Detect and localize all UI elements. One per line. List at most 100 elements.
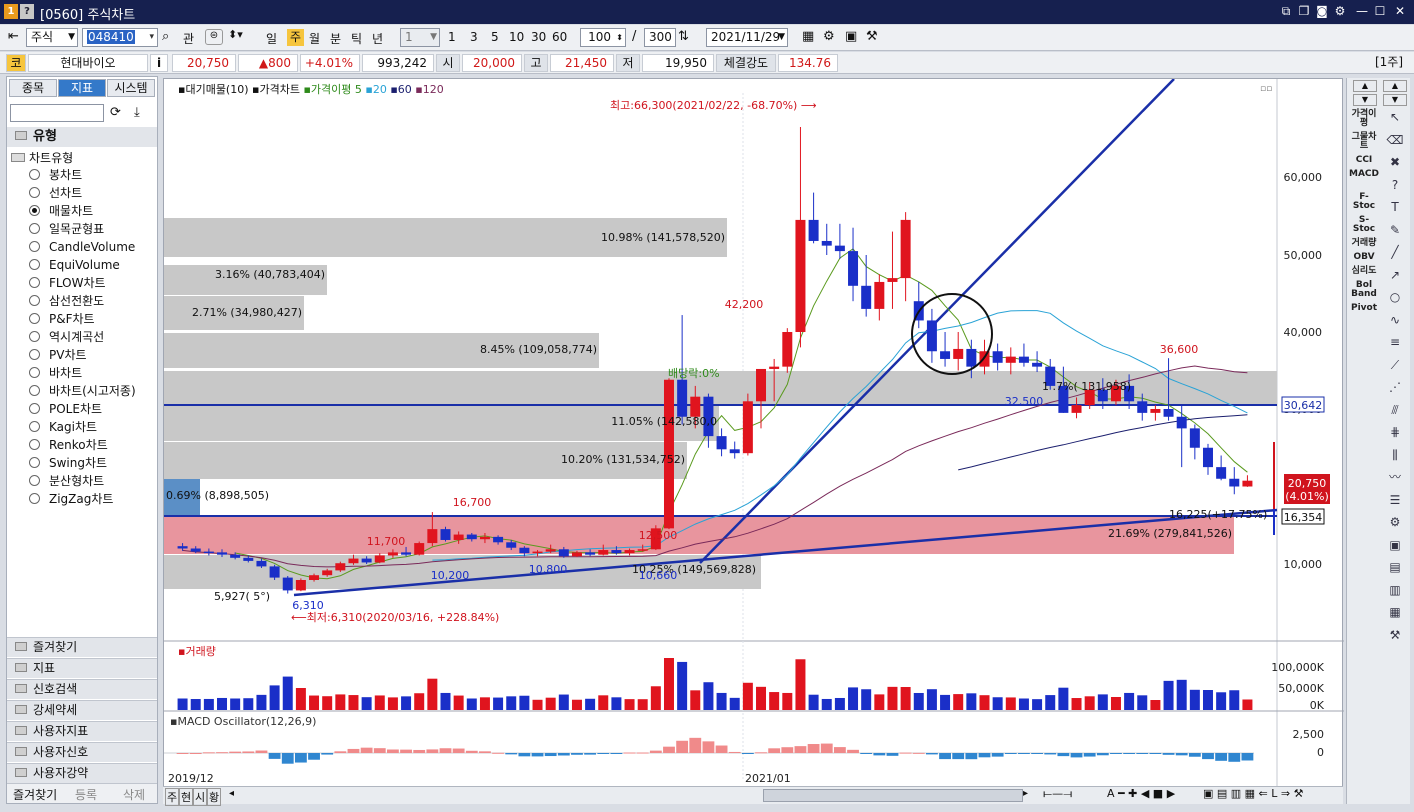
indicator-button[interactable]: 그물차트: [1349, 133, 1379, 151]
view-controls-icon[interactable]: ▣ ▤ ▥ ▦ ⇐ L ⇒ ⚒: [1203, 787, 1303, 800]
cursor-icon[interactable]: ↖: [1383, 108, 1407, 126]
period-month[interactable]: 월: [309, 30, 320, 47]
radio-icon[interactable]: [29, 187, 40, 198]
maximize-icon[interactable]: ☐: [1372, 3, 1388, 19]
radio-icon[interactable]: [29, 223, 40, 234]
chart-type-item[interactable]: EquiVolume: [29, 257, 120, 273]
period-tick[interactable]: 틱: [351, 30, 362, 47]
chart-type-item[interactable]: 바차트: [29, 365, 82, 381]
period-week[interactable]: 주: [287, 29, 304, 46]
radio-icon[interactable]: [29, 241, 40, 252]
folder-item[interactable]: 즐겨찾기: [7, 637, 157, 657]
indicator-search-input[interactable]: [10, 104, 104, 122]
period-day[interactable]: 일: [266, 30, 277, 47]
text-icon[interactable]: T: [1383, 198, 1407, 216]
chart-type-item[interactable]: 바차트(시고저종): [29, 383, 136, 399]
bottom-tab-market[interactable]: 시: [193, 788, 208, 806]
sync-icon[interactable]: ⇅: [678, 29, 689, 44]
bottom-tab-week[interactable]: 주: [165, 788, 180, 806]
bottom-tab-current[interactable]: 현: [179, 788, 194, 806]
settings-icon[interactable]: ⚙: [823, 29, 835, 44]
eraser-icon[interactable]: ⌫: [1383, 131, 1407, 149]
quick-30[interactable]: 30: [531, 30, 546, 44]
kwan-button[interactable]: 관: [183, 30, 194, 47]
save-icon[interactable]: ▣: [1383, 536, 1407, 554]
zoom-controls-icon[interactable]: A ━ ✚ ◀ ■ ▶: [1107, 787, 1175, 800]
screenshot-icon[interactable]: ◙: [1314, 3, 1330, 19]
delete-button[interactable]: 삭제: [123, 786, 145, 803]
indicator-button[interactable]: 심리도: [1349, 267, 1379, 276]
radio-icon[interactable]: [29, 331, 40, 342]
panel-down-icon[interactable]: ▼: [1383, 94, 1407, 106]
indicator-button[interactable]: F-Stoc: [1349, 193, 1379, 211]
quick-3[interactable]: 3: [470, 30, 478, 44]
indicator-button[interactable]: 거래량: [1349, 239, 1379, 248]
help-icon[interactable]: ?: [20, 4, 34, 19]
chart-type-item[interactable]: 매물차트: [29, 203, 93, 219]
gear-icon[interactable]: ⚙: [1332, 3, 1348, 19]
fibo-icon[interactable]: ⟋: [1383, 356, 1407, 374]
radio-icon[interactable]: [29, 493, 40, 504]
indicator-button[interactable]: S-Stoc: [1349, 216, 1379, 234]
folder-item[interactable]: 사용자신호: [7, 742, 157, 762]
price-chart-svg[interactable]: 60,00050,00040,00030,00010,00030,64216,3…: [164, 78, 1344, 787]
all-delete-icon[interactable]: ✖: [1383, 153, 1407, 171]
tab-indicator[interactable]: 지표: [58, 79, 106, 97]
chart-type-item[interactable]: FLOW차트: [29, 275, 106, 291]
radio-icon[interactable]: [29, 259, 40, 270]
chart-type-item[interactable]: P&F차트: [29, 311, 95, 327]
chart-type-item[interactable]: POLE차트: [29, 401, 102, 417]
radio-icon[interactable]: [29, 403, 40, 414]
chart-type-item[interactable]: Swing차트: [29, 455, 107, 471]
scroll-down-icon[interactable]: ▼: [1353, 94, 1377, 106]
chart-area[interactable]: 60,00050,00040,00030,00010,00030,64216,3…: [163, 78, 1344, 804]
refresh-icon[interactable]: ⟳: [110, 105, 121, 120]
stock-code-input[interactable]: 048410 ▾: [82, 28, 158, 47]
ray-icon[interactable]: ↗: [1383, 266, 1407, 284]
chart-type-item[interactable]: CandleVolume: [29, 239, 135, 255]
link-window-icon[interactable]: ⧉: [1278, 3, 1294, 19]
scroll-left-icon[interactable]: ◂: [229, 788, 234, 799]
tab-system[interactable]: 시스템: [107, 79, 155, 97]
wrench-icon[interactable]: ⚒: [1383, 626, 1407, 644]
auto-icon[interactable]: ⚙: [1383, 513, 1407, 531]
minimize-icon[interactable]: —: [1354, 3, 1370, 19]
radio-icon[interactable]: [29, 295, 40, 306]
radio-icon[interactable]: [29, 421, 40, 432]
indicator-button[interactable]: MACD: [1349, 170, 1379, 179]
chart-type-item[interactable]: 봉차트: [29, 167, 82, 183]
folder-item[interactable]: 신호검색: [7, 679, 157, 699]
display-count-input[interactable]: 100 ⬍: [580, 28, 626, 47]
radio-icon[interactable]: [29, 169, 40, 180]
chart-icon[interactable]: ▥: [1383, 581, 1407, 599]
tools-icon[interactable]: ⚒: [866, 29, 878, 44]
chart-type-item[interactable]: PV차트: [29, 347, 87, 363]
level-icon[interactable]: ☰: [1383, 491, 1407, 509]
chart-type-item[interactable]: 삼선전환도: [29, 293, 104, 309]
period-year[interactable]: 년: [372, 30, 383, 47]
quick-10[interactable]: 10: [509, 30, 524, 44]
line-icon[interactable]: ╱: [1383, 243, 1407, 261]
indicator-button[interactable]: OBV: [1349, 253, 1379, 262]
search-icon[interactable]: ⌕: [162, 29, 169, 44]
radio-icon[interactable]: [29, 349, 40, 360]
grid-icon[interactable]: ⋕: [1383, 423, 1407, 441]
quick-60[interactable]: 60: [552, 30, 567, 44]
chart-type-item[interactable]: 선차트: [29, 185, 82, 201]
save-icon[interactable]: ▣: [845, 29, 857, 44]
stats-icon[interactable]: ▦: [1383, 603, 1407, 621]
market-select[interactable]: 주식 ▼: [26, 28, 78, 47]
info-icon[interactable]: i: [150, 54, 168, 72]
chart-type-item[interactable]: 일목균형표: [29, 221, 104, 237]
prev-stock-icon[interactable]: ⇤: [8, 29, 19, 44]
date-select[interactable]: 2021/11/29 ▼: [706, 28, 788, 47]
chart-type-item[interactable]: Kagi차트: [29, 419, 97, 435]
indicator-button[interactable]: 가격이평: [1349, 110, 1379, 128]
copy-window-icon[interactable]: ❐: [1296, 3, 1312, 19]
period-minute[interactable]: 분: [330, 30, 341, 47]
stepper-icon[interactable]: ⬍▾: [228, 28, 243, 41]
fan-icon[interactable]: ⋰: [1383, 378, 1407, 396]
pen-icon[interactable]: ✎: [1383, 221, 1407, 239]
unit-select[interactable]: 1 ▼: [400, 28, 440, 47]
scroll-thumb[interactable]: [763, 789, 1023, 802]
